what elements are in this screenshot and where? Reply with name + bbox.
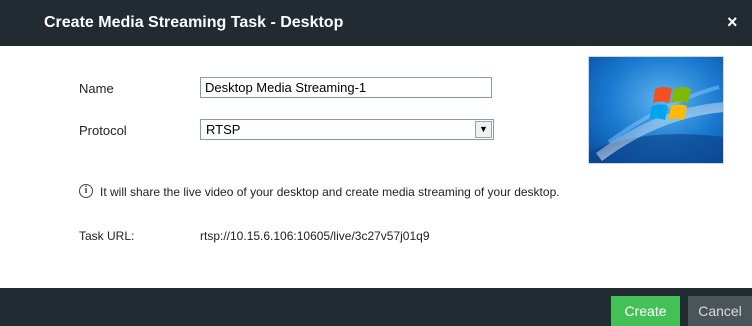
task-url-value: rtsp://10.15.6.106:10605/live/3c27v57j01… xyxy=(200,229,430,243)
name-label: Name xyxy=(79,81,114,96)
info-icon: i xyxy=(79,184,93,198)
protocol-selected-value: RTSP xyxy=(206,122,241,137)
desktop-preview-thumbnail xyxy=(588,56,724,164)
dialog-title: Create Media Streaming Task - Desktop xyxy=(44,14,344,31)
name-input[interactable] xyxy=(200,77,492,98)
create-button[interactable]: Create xyxy=(611,296,680,326)
close-icon[interactable]: × xyxy=(727,13,738,31)
windows-logo-icon xyxy=(589,57,723,163)
protocol-select[interactable]: RTSP ▼ xyxy=(200,119,494,140)
chevron-down-icon[interactable]: ▼ xyxy=(475,121,492,138)
task-url-label: Task URL: xyxy=(79,229,135,243)
info-text: It will share the live video of your des… xyxy=(100,185,560,199)
dialog-titlebar: Create Media Streaming Task - Desktop × xyxy=(0,0,752,46)
cancel-button[interactable]: Cancel xyxy=(688,296,752,326)
protocol-label: Protocol xyxy=(79,123,127,138)
